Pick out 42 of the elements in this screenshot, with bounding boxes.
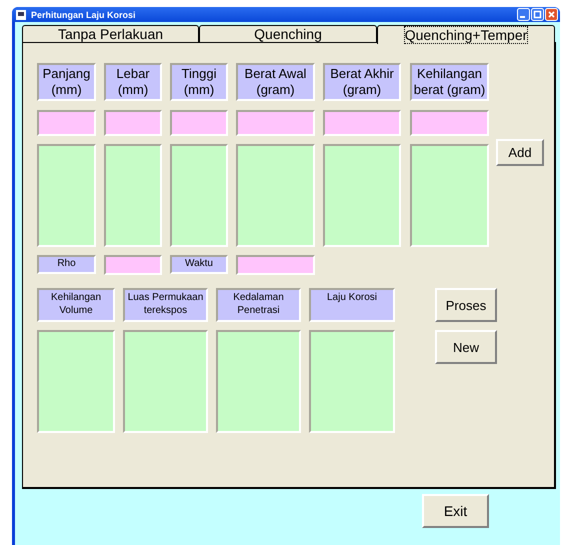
window-title: Perhitungan Laju Korosi [31,10,136,20]
tab[interactable]: Quenching [199,25,377,42]
input-field[interactable] [170,110,228,136]
result-list[interactable] [410,144,489,247]
parameter-label: Rho [37,255,96,274]
exit-button[interactable]: Exit [422,494,489,528]
result-list[interactable] [170,144,228,247]
new-button[interactable]: New [435,330,497,364]
column-label: Laju Korosi [309,288,395,322]
result-list[interactable] [309,330,395,433]
result-list[interactable] [123,330,208,433]
process-button[interactable]: Proses [435,288,497,322]
input-field[interactable] [104,110,162,136]
result-list[interactable] [236,144,315,247]
column-label: Berat Akhir (gram) [323,63,401,101]
input-field[interactable] [104,255,162,275]
column-label: Panjang (mm) [37,63,96,101]
result-list[interactable] [104,144,162,247]
app-icon [16,10,26,20]
input-field[interactable] [410,110,489,136]
result-list[interactable] [37,144,96,247]
column-label: Kedalaman Penetrasi [216,288,301,322]
tab[interactable]: Quenching+Temper [377,25,555,44]
result-list[interactable] [216,330,301,433]
result-list[interactable] [323,144,401,247]
minimize-icon[interactable] [517,8,530,21]
tab[interactable]: Tanpa Perlakuan [22,25,199,42]
column-label: Lebar (mm) [104,63,162,101]
close-icon[interactable] [545,8,558,21]
input-field[interactable] [323,110,401,136]
column-label: Kehilangan Volume [37,288,115,322]
parameter-label: Waktu [170,255,228,274]
add-button[interactable]: Add [496,139,544,166]
column-label: Luas Permukaan terekspos [123,288,208,322]
maximize-icon[interactable] [531,8,544,21]
input-field[interactable] [236,255,315,275]
result-list[interactable] [37,330,115,433]
input-field[interactable] [236,110,315,136]
column-label: Kehilangan berat (gram) [410,63,489,101]
input-field[interactable] [37,110,96,136]
column-label: Tinggi (mm) [170,63,228,101]
column-label: Berat Awal (gram) [236,63,315,101]
